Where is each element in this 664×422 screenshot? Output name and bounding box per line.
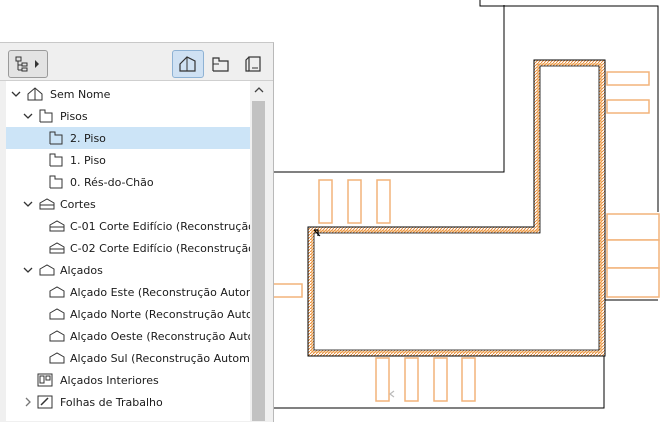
tree-item-label: Alçado Sul (Reconstrução Automáti — [70, 351, 250, 365]
window[interactable] — [606, 213, 660, 298]
window[interactable] — [318, 179, 391, 224]
tree-item-label: Sem Nome — [50, 87, 111, 101]
tree-item-story-2[interactable]: 2. Piso — [6, 127, 250, 149]
tree-item-elevation-norte[interactable]: Alçado Norte (Reconstrução Autom — [6, 303, 250, 325]
elevation-folder-icon — [38, 262, 56, 278]
tree-item-story-0[interactable]: 0. Rés-do-Chão — [6, 171, 250, 193]
tree-structure-icon — [15, 56, 39, 72]
layout-book-icon — [245, 56, 261, 72]
tree-item-elevation-este[interactable]: Alçado Este (Reconstrução Automát — [6, 281, 250, 303]
chevron-down-icon[interactable] — [22, 110, 34, 122]
tree-item-label: 0. Rés-do-Chão — [70, 175, 154, 189]
house-icon — [179, 56, 196, 72]
navigator-panel: Sem Nome Pisos 2. Piso 1. Piso 0. Rés-do… — [0, 42, 274, 422]
section-icon — [48, 218, 66, 234]
tree-item-label: 2. Piso — [70, 131, 106, 145]
tree-item-elevations[interactable]: Alçados — [6, 259, 250, 281]
tree-item-elevation-sul[interactable]: Alçado Sul (Reconstrução Automáti — [6, 347, 250, 369]
story-icon — [48, 174, 66, 190]
scrollbar-thumb[interactable] — [252, 101, 265, 421]
tree-item-label: Folhas de Trabalho — [60, 395, 163, 409]
tree-item-sections[interactable]: Cortes — [6, 193, 250, 215]
navigator-toolbar — [0, 43, 273, 81]
tree-scrollbar[interactable] — [250, 81, 268, 421]
chevron-right-icon[interactable] — [22, 396, 34, 408]
tree-item-stories[interactable]: Pisos — [6, 105, 250, 127]
tree-item-label: 1. Piso — [70, 153, 106, 167]
tree-item-interior-elevations[interactable]: Alçados Interiores — [6, 369, 250, 391]
floor-plan-canvas[interactable] — [274, 0, 664, 422]
project-tree: Sem Nome Pisos 2. Piso 1. Piso 0. Rés-do… — [6, 81, 250, 421]
tree-item-elevation-oeste[interactable]: Alçado Oeste (Reconstrução Autom — [6, 325, 250, 347]
chevron-down-icon[interactable] — [10, 88, 22, 100]
tree-item-label: Alçado Este (Reconstrução Automát — [70, 285, 250, 299]
chevron-down-icon[interactable] — [22, 198, 34, 210]
tree-item-label: Cortes — [60, 197, 96, 211]
section-icon — [48, 240, 66, 256]
tree-item-label: Alçados Interiores — [60, 373, 159, 387]
layout-book-button[interactable] — [238, 50, 268, 78]
tree-item-label: C-02 Corte Edifício (Reconstrução A — [70, 241, 250, 255]
house-icon — [26, 86, 44, 102]
elevation-icon — [48, 350, 66, 366]
elevation-icon — [48, 306, 66, 322]
arrow-marker-icon — [389, 390, 395, 398]
tree-popup-button[interactable] — [8, 50, 48, 78]
view-map-icon — [212, 57, 229, 72]
tree-item-label: Alçado Oeste (Reconstrução Autom — [70, 329, 250, 343]
story-icon — [48, 130, 66, 146]
elevation-icon — [48, 284, 66, 300]
tree-item-label: Alçados — [60, 263, 103, 277]
tree-item-label: C-01 Corte Edifício (Reconstrução A — [70, 219, 250, 233]
tree-item-section-c02[interactable]: C-02 Corte Edifício (Reconstrução A — [6, 237, 250, 259]
chevron-down-icon[interactable] — [22, 264, 34, 276]
tree-item-worksheets[interactable]: Folhas de Trabalho — [6, 391, 250, 413]
section-folder-icon — [38, 196, 56, 212]
tree-item-story-1[interactable]: 1. Piso — [6, 149, 250, 171]
tree-item-section-c01[interactable]: C-01 Corte Edifício (Reconstrução A — [6, 215, 250, 237]
scroll-up-arrow-icon[interactable] — [250, 81, 268, 99]
tree-item-root[interactable]: Sem Nome — [6, 83, 250, 105]
window[interactable] — [274, 283, 303, 298]
elevation-icon — [48, 328, 66, 344]
window[interactable] — [606, 71, 650, 114]
stories-folder-icon — [38, 108, 56, 124]
interior-elevation-icon — [36, 372, 54, 388]
tree-item-label: Pisos — [60, 109, 88, 123]
tree-item-label: Alçado Norte (Reconstrução Autom — [70, 307, 250, 321]
view-map-button[interactable] — [206, 50, 236, 78]
project-map-button[interactable] — [172, 50, 204, 78]
story-icon — [48, 152, 66, 168]
worksheet-icon — [36, 394, 54, 410]
